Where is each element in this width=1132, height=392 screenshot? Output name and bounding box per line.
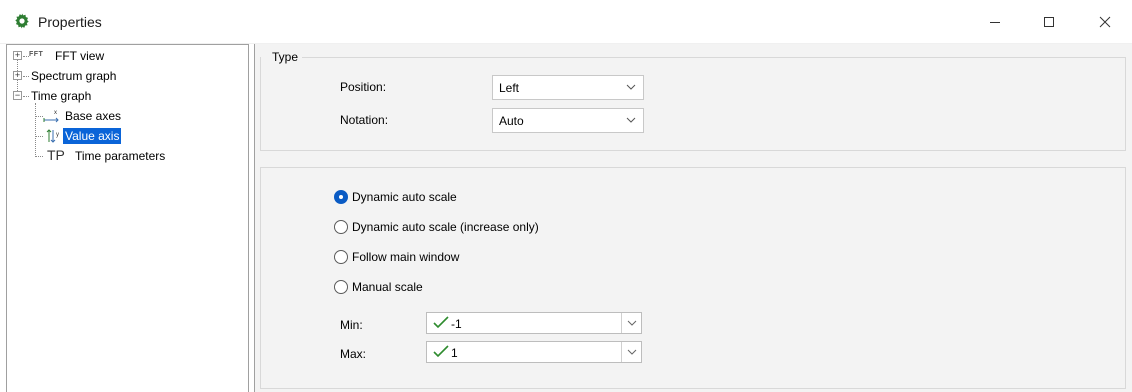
radio-manual-scale[interactable]: Manual scale [334, 278, 423, 296]
tree-connector [23, 96, 29, 97]
max-dropdown-button[interactable] [621, 342, 641, 362]
max-field[interactable]: 1 [426, 341, 642, 363]
svg-text:y: y [56, 132, 59, 138]
tree-item-label: Time parameters [75, 149, 166, 163]
tree-connector [23, 76, 29, 77]
min-label: Min: [340, 318, 363, 332]
notation-value: Auto [499, 114, 524, 128]
chevron-down-icon [627, 349, 637, 355]
collapse-icon[interactable]: − [13, 91, 22, 100]
radio-label: Manual scale [352, 280, 423, 294]
fft-icon: FFT [29, 51, 44, 58]
chevron-down-icon [626, 84, 636, 90]
type-group-legend: Type [270, 50, 301, 64]
type-group [260, 57, 1126, 151]
radio-label: Dynamic auto scale [352, 190, 457, 204]
tree-item-time-parameters[interactable]: TP Time parameters [7, 146, 247, 166]
title-bar: Properties [0, 0, 1132, 44]
radio-button[interactable] [334, 190, 348, 204]
radio-dynamic-auto-scale-increase[interactable]: Dynamic auto scale (increase only) [334, 218, 539, 236]
chevron-down-icon [627, 320, 637, 326]
panel-divider [254, 44, 255, 392]
radio-button[interactable] [334, 220, 348, 234]
expand-icon[interactable]: + [13, 51, 22, 60]
tree-item-label: Value axis [63, 128, 122, 144]
tree-item-label: Base axes [65, 109, 122, 123]
tree-connector [35, 116, 43, 117]
expand-icon[interactable]: + [13, 71, 22, 80]
max-label: Max: [340, 347, 367, 361]
tree-item-label: Time graph [31, 89, 92, 103]
tree-item-label: FFT view [55, 49, 105, 63]
radio-follow-main-window[interactable]: Follow main window [334, 248, 459, 266]
position-label: Position: [340, 80, 387, 94]
notation-select[interactable]: Auto [492, 108, 644, 133]
value-axis-icon: y [46, 129, 59, 143]
close-button[interactable] [1082, 0, 1128, 44]
chevron-down-icon [626, 117, 636, 123]
tree-item-base-axes[interactable]: x Base axes [7, 106, 247, 126]
maximize-button[interactable] [1026, 0, 1072, 44]
svg-text:x: x [54, 110, 57, 116]
max-value: 1 [451, 346, 458, 360]
radio-label: Dynamic auto scale (increase only) [352, 220, 539, 234]
check-icon [433, 345, 449, 358]
window-title: Properties [38, 14, 102, 30]
time-parameters-icon: TP [47, 147, 65, 163]
minimize-button[interactable] [972, 0, 1018, 44]
position-select[interactable]: Left [492, 75, 644, 100]
radio-dynamic-auto-scale[interactable]: Dynamic auto scale [334, 188, 457, 206]
maximize-icon [1044, 17, 1054, 27]
tree-item-time-graph[interactable]: − Time graph [7, 86, 247, 106]
radio-button[interactable] [334, 250, 348, 264]
min-value: -1 [451, 317, 462, 331]
notation-label: Notation: [340, 113, 389, 127]
min-dropdown-button[interactable] [621, 313, 641, 333]
properties-tree[interactable]: + FFT FFT view + Spectrum graph − Time g… [6, 44, 249, 392]
tree-item-fft-view[interactable]: + FFT FFT view [7, 46, 247, 66]
type-group-border [302, 57, 1126, 58]
radio-button[interactable] [334, 280, 348, 294]
tree-connector [35, 136, 43, 137]
position-value: Left [499, 81, 520, 95]
radio-label: Follow main window [352, 250, 460, 264]
tree-item-label: Spectrum graph [31, 69, 117, 83]
minimize-icon [990, 22, 1000, 23]
close-icon [1099, 16, 1111, 28]
tree-item-spectrum-graph[interactable]: + Spectrum graph [7, 66, 247, 86]
tree-item-value-axis[interactable]: y Value axis [7, 126, 247, 146]
base-axes-icon: x [43, 110, 59, 123]
check-icon [433, 316, 449, 329]
min-field[interactable]: -1 [426, 312, 642, 334]
tree-connector [35, 156, 43, 157]
gear-icon [15, 13, 29, 29]
